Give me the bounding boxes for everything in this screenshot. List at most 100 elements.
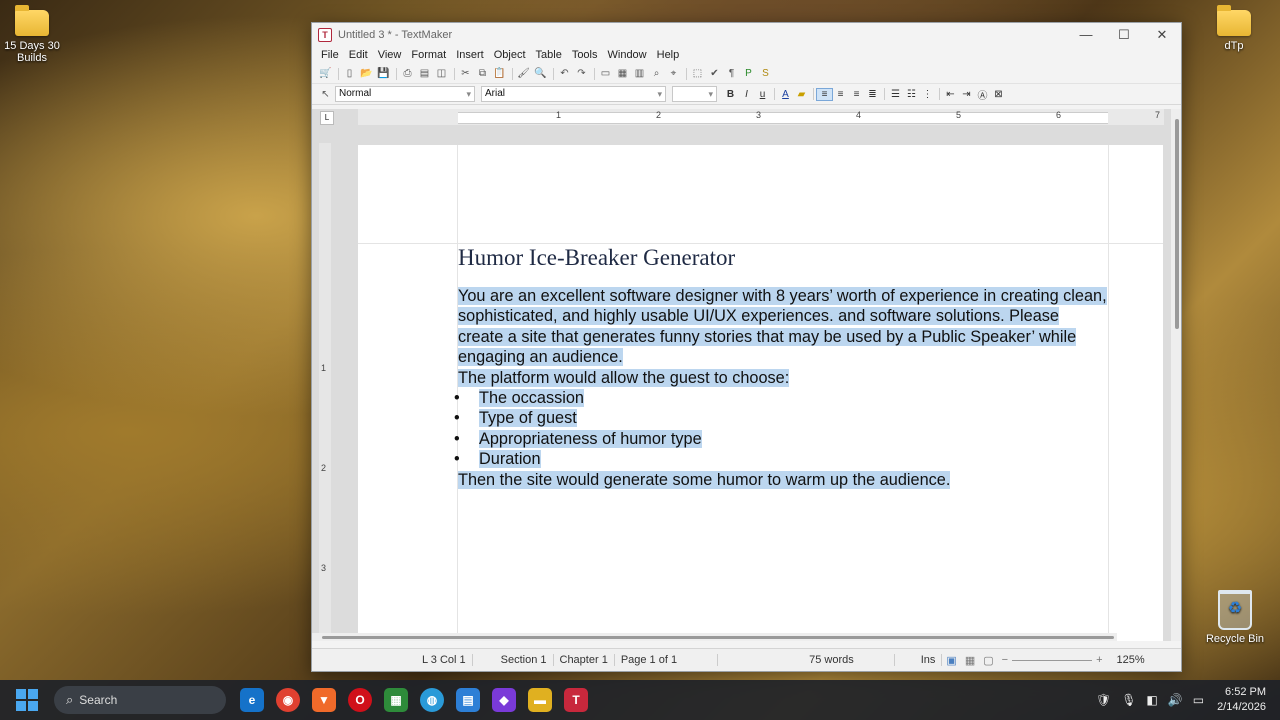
align-right-icon[interactable]: ≡: [849, 89, 864, 100]
open-folder-icon[interactable]: 📂: [359, 67, 374, 80]
desktop-icon-15-days-builds[interactable]: 15 Days 30 Builds: [0, 5, 67, 64]
paste-icon[interactable]: 📋: [492, 67, 507, 80]
font-color-icon[interactable]: A: [778, 89, 793, 100]
globe-icon[interactable]: ◍: [420, 688, 444, 712]
vertical-ruler[interactable]: 1 2 3: [319, 143, 331, 641]
object-icon[interactable]: ⬚: [690, 67, 705, 80]
bullet-list-icon[interactable]: ☰: [888, 89, 903, 100]
body-paragraph[interactable]: You are an excellent software designer w…: [458, 287, 1107, 367]
clock[interactable]: 6:52 PM 2/14/2026: [1217, 685, 1266, 715]
list-item[interactable]: Type of guest: [454, 408, 1108, 429]
windows-start-icon[interactable]: [16, 689, 38, 711]
horizontal-ruler[interactable]: 1 2 3 4 5 6 7: [358, 109, 1164, 125]
tab-stop-selector[interactable]: L: [320, 111, 334, 125]
insert-mode[interactable]: Ins: [915, 654, 943, 666]
new-document-icon[interactable]: ▯: [342, 67, 357, 80]
menu-object[interactable]: Object: [489, 49, 531, 61]
zoom-slider[interactable]: [1012, 659, 1093, 661]
highlight-color-icon[interactable]: ▰: [794, 89, 809, 100]
insert-frame-icon[interactable]: ▭: [598, 67, 613, 80]
search-replace-icon[interactable]: ⌖: [666, 67, 681, 80]
vertical-scrollbar[interactable]: [1171, 109, 1181, 641]
list-item[interactable]: Appropriateness of humor type: [454, 429, 1108, 450]
increase-indent-icon[interactable]: ⇥: [959, 89, 974, 100]
pdf-export-icon[interactable]: ▤: [417, 67, 432, 80]
columns-icon[interactable]: ▥: [632, 67, 647, 80]
outline-list-icon[interactable]: ⋮: [920, 89, 935, 100]
maximize-button[interactable]: ☐: [1105, 27, 1143, 43]
find-icon[interactable]: 🔍: [533, 67, 548, 80]
shopping-cart-icon[interactable]: 🛒: [318, 67, 333, 80]
print-preview-icon[interactable]: ◫: [434, 67, 449, 80]
font-size-select[interactable]: [672, 86, 717, 102]
undo-icon[interactable]: ↶: [557, 67, 572, 80]
document-page[interactable]: Humor Ice-Breaker Generator You are an e…: [358, 145, 1163, 641]
zoom-icon[interactable]: ⌕: [649, 67, 664, 80]
field-p-icon[interactable]: P: [741, 67, 756, 80]
normal-view-icon[interactable]: ▣: [946, 654, 956, 667]
edge-icon[interactable]: e: [240, 688, 264, 712]
opera-icon[interactable]: O: [348, 688, 372, 712]
insert-table-icon[interactable]: ▦: [615, 67, 630, 80]
field-s-icon[interactable]: S: [758, 67, 773, 80]
selection-arrow-icon[interactable]: ↖: [318, 88, 333, 101]
menu-window[interactable]: Window: [603, 49, 652, 61]
menu-format[interactable]: Format: [406, 49, 451, 61]
volume-icon[interactable]: 🔊: [1168, 693, 1183, 707]
italic-button[interactable]: I: [739, 89, 754, 100]
file-explorer-icon[interactable]: ▬: [528, 688, 552, 712]
textmaker-taskbar-icon[interactable]: T: [564, 688, 588, 712]
font-family-select[interactable]: Arial: [481, 86, 666, 102]
title-bar[interactable]: T Untitled 3 * - TextMaker — ☐ ✕: [312, 23, 1181, 46]
minimize-button[interactable]: —: [1067, 27, 1105, 43]
menu-edit[interactable]: Edit: [344, 49, 373, 61]
chrome-icon[interactable]: ◉: [276, 688, 300, 712]
align-center-icon[interactable]: ≡: [833, 89, 848, 100]
spreadsheet-icon[interactable]: ▦: [384, 688, 408, 712]
decrease-indent-icon[interactable]: ⇤: [943, 89, 958, 100]
paragraph-style-select[interactable]: Normal: [335, 86, 475, 102]
outline-view-icon[interactable]: ▦: [965, 654, 975, 667]
menu-view[interactable]: View: [373, 49, 407, 61]
cut-icon[interactable]: ✂: [458, 67, 473, 80]
redo-icon[interactable]: ↷: [574, 67, 589, 80]
character-format-icon[interactable]: Ⓐ: [975, 87, 990, 102]
menu-table[interactable]: Table: [531, 49, 567, 61]
horizontal-scroll-thumb[interactable]: [322, 636, 1114, 639]
taskbar-search-box[interactable]: ⌕ Search: [54, 686, 226, 714]
battery-icon[interactable]: ▭: [1193, 693, 1204, 707]
body-paragraph[interactable]: Then the site would generate some humor …: [458, 470, 951, 489]
paragraph-marks-icon[interactable]: ¶: [724, 67, 739, 80]
print-icon[interactable]: ⎙: [400, 67, 415, 80]
menu-tools[interactable]: Tools: [567, 49, 603, 61]
menu-file[interactable]: File: [316, 49, 344, 61]
document-heading[interactable]: Humor Ice-Breaker Generator: [458, 245, 1108, 271]
menu-insert[interactable]: Insert: [451, 49, 489, 61]
body-paragraph[interactable]: The platform would allow the guest to ch…: [458, 368, 790, 387]
list-item[interactable]: The occassion: [454, 388, 1108, 409]
list-item[interactable]: Duration: [454, 449, 1108, 470]
document-body[interactable]: Humor Ice-Breaker Generator You are an e…: [454, 245, 1108, 490]
save-icon[interactable]: 💾: [376, 67, 391, 80]
copy-icon[interactable]: ⧉: [475, 67, 490, 80]
master-page-view-icon[interactable]: ▢: [983, 654, 993, 667]
justify-icon[interactable]: ≣: [865, 89, 880, 100]
brave-icon[interactable]: ▼: [312, 688, 336, 712]
numbered-list-icon[interactable]: ☷: [904, 89, 919, 100]
format-painter-icon[interactable]: 🖌: [516, 67, 531, 80]
menu-help[interactable]: Help: [652, 49, 685, 61]
bold-button[interactable]: B: [723, 89, 738, 100]
vertical-scroll-thumb[interactable]: [1175, 119, 1179, 329]
security-icon[interactable]: 🛡: [1096, 693, 1111, 707]
network-icon[interactable]: ◧: [1146, 693, 1157, 707]
desktop-icon-recycle-bin[interactable]: ♻ Recycle Bin: [1200, 590, 1270, 645]
zoom-level[interactable]: 125%: [1117, 654, 1145, 666]
spellcheck-icon[interactable]: ✔: [707, 67, 722, 80]
desktop-icon-dtp[interactable]: dTp: [1199, 5, 1269, 52]
zoom-in-icon[interactable]: +: [1096, 654, 1102, 666]
notepad-icon[interactable]: ▤: [456, 688, 480, 712]
zoom-out-icon[interactable]: −: [1002, 654, 1008, 666]
horizontal-scrollbar[interactable]: [312, 633, 1117, 641]
paragraph-format-icon[interactable]: ⊠: [991, 89, 1006, 100]
microphone-icon[interactable]: 🎙: [1121, 693, 1136, 707]
